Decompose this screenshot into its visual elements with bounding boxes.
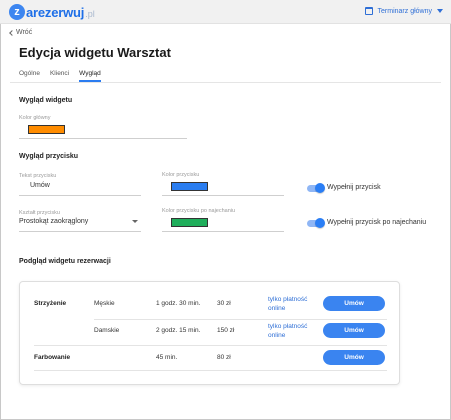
tab-appearance[interactable]: Wygląd xyxy=(79,68,101,82)
main-color-underline xyxy=(19,138,187,139)
row-divider xyxy=(34,345,387,346)
hover-color-label: Kolor przycisku po najechaniu xyxy=(162,208,236,214)
button-text-underline xyxy=(19,195,141,196)
service-name: Strzyżenie xyxy=(34,300,67,307)
service-variant: Męskie xyxy=(94,300,115,307)
widget-look-title: Wygląd widgetu xyxy=(19,97,73,104)
button-color-swatch[interactable] xyxy=(171,182,208,191)
button-text-input[interactable]: Umów xyxy=(30,182,50,189)
service-price: 30 zł xyxy=(217,300,231,307)
logo-mark: z xyxy=(9,4,25,20)
calendar-selector[interactable]: Terminarz główny xyxy=(364,7,443,15)
fill-hover-label: Wypełnij przycisk po najechaniu xyxy=(327,219,427,226)
calendar-icon xyxy=(364,7,373,15)
chevron-left-icon xyxy=(9,29,15,36)
tab-bar: Ogólne Klienci Wygląd xyxy=(19,68,111,82)
logo-tld: .pl xyxy=(85,8,95,19)
service-variant: Damskie xyxy=(94,327,120,334)
payment-line-2: online xyxy=(268,332,286,339)
book-button[interactable]: Umów xyxy=(323,350,385,365)
toggle-knob xyxy=(315,183,325,193)
button-look-title: Wygląd przycisku xyxy=(19,153,79,160)
back-link[interactable]: Wróć xyxy=(9,29,33,36)
tab-general[interactable]: Ogólne xyxy=(19,68,40,82)
widget-preview-card: Strzyżenie Męskie 1 godz. 30 min. 30 zł … xyxy=(19,281,400,385)
button-text-label: Tekst przycisku xyxy=(19,173,57,179)
service-name: Farbowanie xyxy=(34,354,71,361)
button-shape-underline xyxy=(19,231,141,232)
tab-divider xyxy=(10,82,441,83)
chevron-down-icon xyxy=(437,9,443,13)
payment-line-2: online xyxy=(268,305,286,312)
book-button[interactable]: Umów xyxy=(323,323,385,338)
service-price: 80 zł xyxy=(217,354,231,361)
toggle-knob xyxy=(315,218,325,228)
service-duration: 45 min. xyxy=(156,354,178,361)
main-color-swatch[interactable] xyxy=(28,125,65,134)
chevron-down-icon[interactable] xyxy=(132,220,138,223)
tab-clients[interactable]: Klienci xyxy=(50,68,69,82)
book-button[interactable]: Umów xyxy=(323,296,385,311)
service-duration: 2 godz. 15 min. xyxy=(156,327,201,334)
hover-color-swatch[interactable] xyxy=(171,218,208,227)
service-duration: 1 godz. 30 min. xyxy=(156,300,201,307)
row-divider xyxy=(94,319,387,320)
preview-title: Podgląd widgetu rezerwacji xyxy=(19,258,111,265)
payment-line-1: tylko płatność xyxy=(268,296,308,303)
logo[interactable]: z arezerwuj .pl xyxy=(9,3,95,21)
fill-button-label: Wypełnij przycisk xyxy=(327,184,381,191)
button-color-label: Kolor przycisku xyxy=(162,172,200,178)
logo-text: arezerwuj xyxy=(26,4,85,20)
fill-button-toggle[interactable] xyxy=(307,183,325,193)
calendar-label: Terminarz główny xyxy=(377,7,432,15)
payment-info: tylko płatność online xyxy=(268,322,307,340)
top-bar: z arezerwuj .pl Terminarz główny xyxy=(0,0,451,24)
main-color-label: Kolor główny xyxy=(19,115,51,121)
button-shape-label: Kształt przycisku xyxy=(19,210,60,216)
payment-info: tylko płatność online xyxy=(268,295,307,313)
button-color-underline xyxy=(162,195,284,196)
button-shape-select[interactable]: Prostokąt zaokrąglony xyxy=(19,218,88,225)
back-label: Wróć xyxy=(16,29,33,36)
hover-color-underline xyxy=(162,231,284,232)
page-title: Edycja widgetu Warsztat xyxy=(19,45,171,60)
service-price: 150 zł xyxy=(217,327,235,334)
fill-hover-toggle[interactable] xyxy=(307,218,325,228)
row-divider xyxy=(34,370,387,371)
payment-line-1: tylko płatność xyxy=(268,323,308,330)
